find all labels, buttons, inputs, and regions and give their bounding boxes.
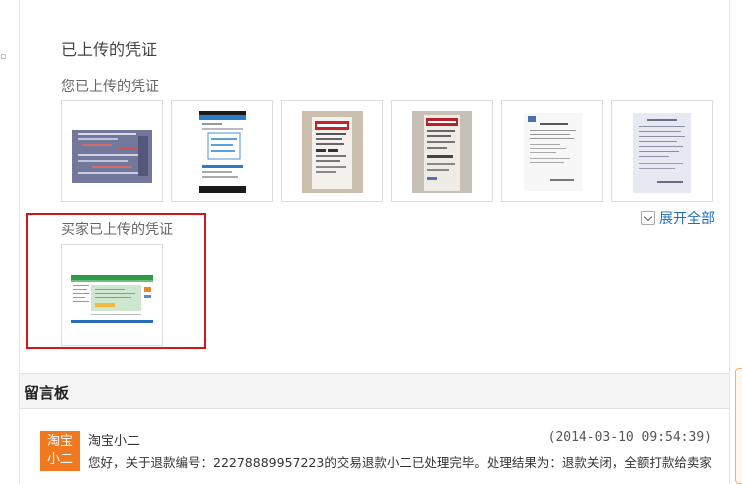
message-timestamp: (2014-03-10 09:54:39) bbox=[547, 430, 712, 445]
thumbnail-image-content bbox=[633, 113, 691, 193]
message-board-title: 留言板 bbox=[24, 384, 70, 402]
thumbnail-image-content bbox=[302, 111, 363, 193]
buyer-evidence-thumbnail-1[interactable] bbox=[61, 244, 163, 346]
thumbnail-image bbox=[71, 275, 153, 323]
avatar-line-1: 淘宝 bbox=[46, 434, 73, 449]
evidence-thumbnail-3[interactable] bbox=[281, 100, 383, 202]
left-edge: ▫ bbox=[0, 0, 10, 484]
refund-detail-panel: 已上传的凭证 您已上传的凭证 展开全部 买家已上传的凭证 留言板 淘宝 小二 淘… bbox=[19, 0, 730, 484]
edge-marker-icon: ▫ bbox=[0, 52, 7, 62]
evidence-thumbnail-1[interactable] bbox=[61, 100, 163, 202]
expand-all-label: 展开全部 bbox=[659, 211, 715, 227]
my-evidence-label: 您已上传的凭证 bbox=[61, 79, 159, 95]
thumbnail-image-content bbox=[199, 111, 246, 193]
message-author: 淘宝小二 bbox=[88, 434, 141, 449]
thumbnail-image bbox=[72, 130, 152, 183]
avatar-line-2: 小二 bbox=[46, 452, 73, 467]
evidence-thumbnail-4[interactable] bbox=[391, 100, 493, 202]
thumbnail-image-content bbox=[412, 111, 472, 193]
thumbnail-image-content bbox=[72, 130, 152, 183]
evidence-thumbnail-5[interactable] bbox=[501, 100, 603, 202]
message-text: 您好，关于退款编号：22278889957223的交易退款小二已处理完毕。处理结… bbox=[88, 455, 712, 470]
thumbnail-image bbox=[412, 111, 472, 193]
expand-all-link[interactable]: 展开全部 bbox=[641, 208, 715, 228]
thumbnail-image-content bbox=[71, 275, 153, 323]
evidence-section-title: 已上传的凭证 bbox=[61, 40, 158, 59]
thumbnail-image bbox=[302, 111, 363, 193]
avatar: 淘宝 小二 bbox=[40, 431, 80, 471]
thumbnail-image-content bbox=[524, 113, 582, 191]
evidence-thumbnail-2[interactable] bbox=[171, 100, 273, 202]
buyer-evidence-label: 买家已上传的凭证 bbox=[61, 222, 173, 238]
evidence-thumbnail-6[interactable] bbox=[611, 100, 713, 202]
side-float-tab[interactable] bbox=[735, 368, 742, 484]
thumbnail-image bbox=[199, 111, 246, 193]
chevron-down-icon bbox=[641, 211, 655, 225]
message-board-header: 留言板 bbox=[20, 373, 729, 409]
thumbnail-image bbox=[633, 113, 691, 193]
thumbnail-image bbox=[524, 113, 582, 191]
